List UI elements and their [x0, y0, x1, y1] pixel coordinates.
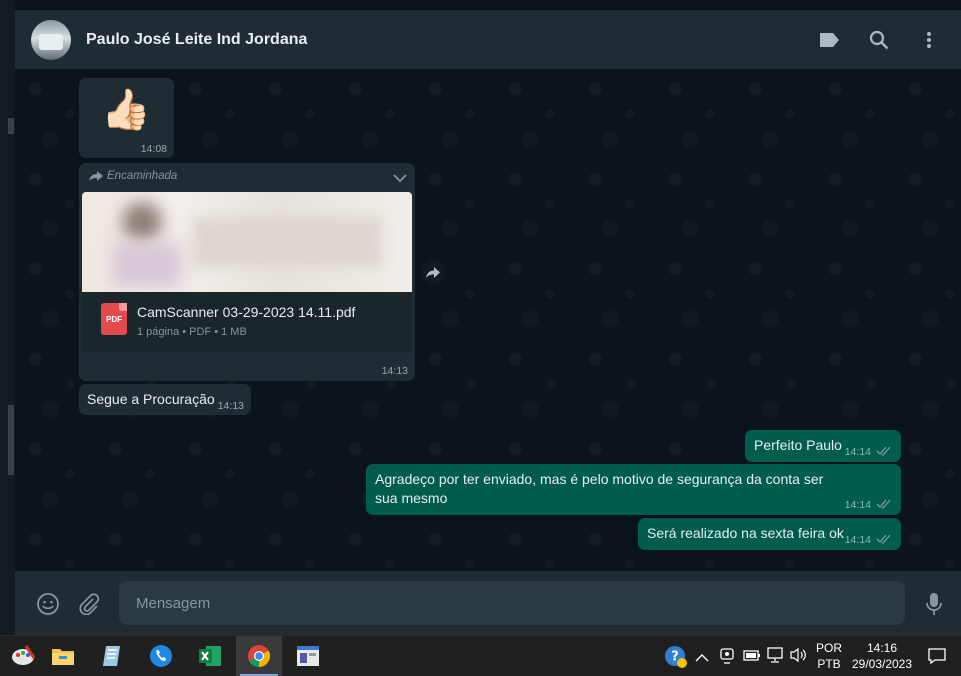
composer-bar — [15, 571, 961, 635]
message-time: 14:14 — [844, 446, 871, 458]
language-code: POR — [815, 641, 842, 655]
contact-name[interactable]: Paulo José Leite Ind Jordana — [86, 31, 307, 49]
thumbs-up-icon: 👍🏻 — [101, 88, 151, 132]
file-meta: 1 página • PDF • 1 MB — [137, 326, 247, 338]
volume-icon[interactable] — [789, 647, 807, 668]
file-attachment[interactable]: PDF CamScanner 03-29-2023 14.11.pdf 1 pá… — [82, 292, 412, 352]
message-list[interactable]: 👍🏻 14:08 Encaminhada PDF CamScanner 03-2… — [15, 69, 961, 571]
message-text: Perfeito Paulo — [754, 437, 842, 453]
keyboard-layout: PTB — [817, 657, 841, 671]
message-time: 14:08 — [140, 143, 167, 155]
message-time: 14:13 — [217, 400, 244, 412]
read-receipt-icon — [876, 534, 891, 544]
attach-icon[interactable] — [76, 591, 102, 617]
message-time: 14:14 — [844, 534, 871, 546]
sticker-message[interactable]: 👍🏻 14:08 — [79, 78, 174, 158]
emoji-icon[interactable] — [35, 591, 61, 617]
window-app-icon[interactable] — [285, 636, 331, 676]
clock-date: 29/03/2023 — [851, 657, 913, 671]
message-text: Agradeço por ter enviado, mas é pelo mot… — [375, 471, 824, 506]
notepad-app-icon[interactable] — [89, 636, 135, 676]
microphone-icon[interactable] — [921, 591, 947, 617]
pdf-icon: PDF — [101, 303, 127, 335]
message-time: 14:14 — [844, 499, 871, 511]
chevron-up-icon[interactable] — [695, 650, 709, 668]
forward-button[interactable] — [421, 260, 445, 284]
chrome-app-icon[interactable] — [236, 636, 282, 676]
label-icon[interactable] — [815, 26, 843, 54]
forwarded-label: Encaminhada — [89, 170, 177, 182]
clock[interactable]: 14:16 29/03/2023 — [848, 640, 916, 672]
forwarded-text: Encaminhada — [107, 170, 178, 182]
text-message-out[interactable]: Perfeito Paulo 14:14 — [745, 430, 901, 462]
chevron-down-icon[interactable] — [393, 170, 407, 188]
help-icon[interactable]: ? — [664, 645, 688, 674]
message-text: Será realizado na sexta feira ok — [647, 525, 844, 541]
left-panel-edge — [0, 0, 16, 635]
message-time: 14:13 — [381, 365, 408, 377]
message-text: Segue a Procuração — [87, 391, 215, 407]
pdf-badge-label: PDF — [106, 314, 122, 324]
chat-header: Paulo José Leite Ind Jordana — [15, 10, 961, 69]
phone-app-icon[interactable] — [138, 636, 184, 676]
document-preview[interactable] — [82, 192, 412, 292]
network-icon[interactable] — [766, 647, 784, 668]
message-input[interactable] — [119, 581, 905, 625]
read-receipt-icon — [876, 446, 891, 456]
avatar[interactable] — [31, 19, 71, 60]
text-message-out[interactable]: Será realizado na sexta feira ok 14:14 — [638, 518, 901, 550]
scroll-marker — [8, 118, 14, 134]
notification-icon[interactable] — [928, 647, 946, 670]
menu-icon[interactable] — [915, 26, 943, 54]
document-message[interactable]: Encaminhada PDF CamScanner 03-29-2023 14… — [79, 163, 415, 381]
file-explorer-icon[interactable] — [40, 636, 86, 676]
excel-app-icon[interactable] — [187, 636, 233, 676]
forward-icon — [89, 171, 103, 181]
clock-time: 14:16 — [866, 641, 898, 655]
battery-icon[interactable] — [742, 648, 762, 667]
search-icon[interactable] — [865, 26, 893, 54]
share-icon — [426, 266, 440, 278]
text-message-in[interactable]: Segue a Procuração 14:13 — [79, 384, 251, 415]
scrollbar-thumb[interactable] — [8, 405, 14, 475]
windows-taskbar: ? POR PTB 14:16 29/03/2023 — [0, 635, 961, 676]
file-name: CamScanner 03-29-2023 14.11.pdf — [137, 304, 356, 320]
webcam-icon[interactable] — [719, 647, 735, 670]
language-indicator[interactable]: POR PTB — [812, 640, 846, 672]
read-receipt-icon — [876, 499, 891, 509]
text-message-out[interactable]: Agradeço por ter enviado, mas é pelo mot… — [366, 464, 901, 515]
